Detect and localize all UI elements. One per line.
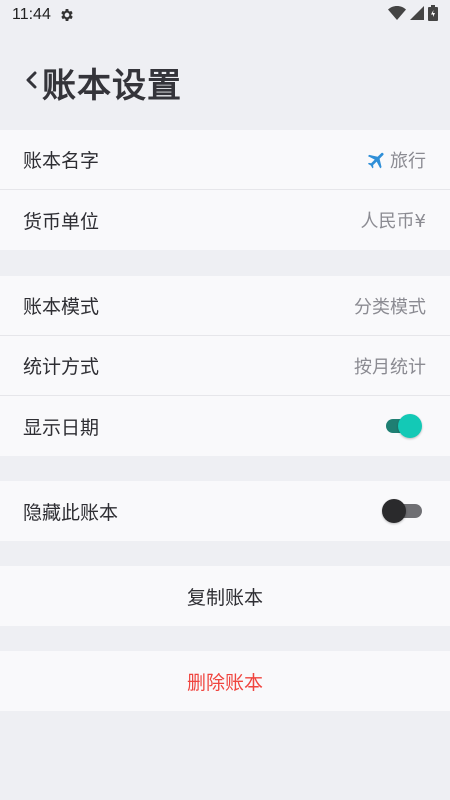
ledger-name-value: 旅行: [390, 150, 426, 172]
signal-icon: [410, 6, 424, 24]
delete-ledger-label: 删除账本: [186, 671, 263, 694]
stats-method-row[interactable]: 统计方式 按月统计: [0, 336, 450, 396]
stats-method-label: 统计方式: [23, 356, 100, 378]
ledger-name-row[interactable]: 账本名字 旅行: [0, 130, 450, 190]
back-button[interactable]: [22, 67, 40, 97]
show-date-toggle[interactable]: [382, 412, 426, 440]
copy-ledger-button[interactable]: 复制账本: [0, 566, 450, 626]
page-title: 账本设置: [42, 65, 182, 106]
hide-ledger-row: 隐藏此账本: [0, 481, 450, 541]
stats-method-value: 按月统计: [354, 356, 426, 378]
wifi-icon: [388, 6, 406, 24]
chevron-left-icon: [25, 70, 37, 94]
ledger-mode-value: 分类模式: [354, 296, 426, 318]
show-date-row: 显示日期: [0, 396, 450, 456]
delete-ledger-group: 删除账本: [0, 651, 450, 711]
hide-ledger-label: 隐藏此账本: [23, 501, 119, 524]
settings-gear-icon: [59, 7, 75, 23]
currency-row[interactable]: 货币单位 人民币¥: [0, 190, 450, 250]
currency-label: 货币单位: [23, 210, 100, 233]
header: 账本设置: [0, 50, 450, 114]
copy-ledger-group: 复制账本: [0, 566, 450, 626]
ledger-visibility-group: 隐藏此账本: [0, 481, 450, 541]
airplane-icon: [366, 149, 388, 171]
show-date-label: 显示日期: [23, 416, 100, 439]
ledger-basic-group: 账本名字 旅行 货币单位 人民币¥: [0, 130, 450, 250]
delete-ledger-button[interactable]: 删除账本: [0, 651, 450, 711]
copy-ledger-label: 复制账本: [186, 586, 263, 609]
hide-ledger-toggle[interactable]: [382, 497, 426, 525]
currency-value: 人民币¥: [360, 211, 426, 232]
status-time: 11:44: [12, 6, 51, 23]
battery-icon: [428, 5, 438, 25]
ledger-mode-row[interactable]: 账本模式 分类模式: [0, 276, 450, 336]
ledger-mode-label: 账本模式: [23, 296, 100, 318]
status-bar: 11:44: [0, 0, 450, 30]
ledger-display-group: 账本模式 分类模式 统计方式 按月统计 显示日期: [0, 276, 450, 456]
ledger-name-label: 账本名字: [23, 150, 100, 172]
